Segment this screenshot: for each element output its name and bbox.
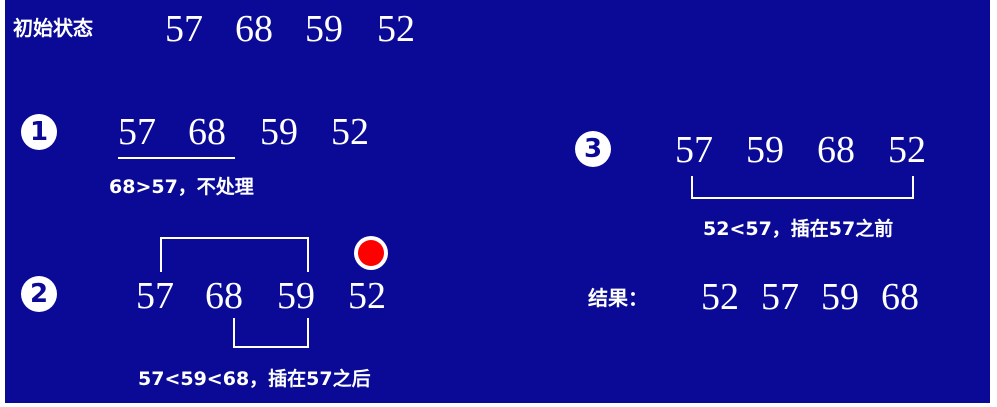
bracket-connectors	[160, 176, 914, 348]
initial-value-4: 52	[377, 8, 415, 50]
result-value-4: 68	[881, 276, 919, 318]
initial-state-label: 初始状态	[13, 16, 93, 40]
result-label: 结果：	[588, 286, 648, 310]
current-element-marker-icon	[358, 240, 384, 266]
step-3-value-2: 59	[746, 129, 784, 171]
step-2-note: 57<59<68，插在57之后	[138, 368, 371, 390]
step-3-marker: 3	[575, 131, 611, 167]
step-2-value-3: 59	[277, 275, 315, 317]
step-2-value-2: 68	[205, 275, 243, 317]
step-3-value-3: 68	[817, 129, 855, 171]
step-2-top-bracket	[160, 237, 309, 272]
step-1-underline	[118, 157, 235, 159]
step-1-value-4: 52	[331, 111, 369, 153]
step-2-value-4: 52	[348, 275, 386, 317]
step-2-value-1: 57	[136, 275, 174, 317]
step-3-bottom-bracket	[691, 176, 914, 199]
initial-value-3: 59	[305, 8, 343, 50]
initial-value-1: 57	[165, 8, 203, 50]
result-value-1: 52	[701, 276, 739, 318]
result-value-3: 59	[821, 276, 859, 318]
step-1-value-2: 68	[188, 111, 226, 153]
step-3-value-1: 57	[675, 129, 713, 171]
result-value-2: 57	[761, 276, 799, 318]
step-1-value-3: 59	[260, 111, 298, 153]
step-2-marker: 2	[21, 276, 57, 312]
step-2-bottom-bracket	[233, 318, 309, 348]
step-1-value-1: 57	[118, 111, 156, 153]
step-3-note: 52<57，插在57之前	[703, 218, 894, 240]
step-1-marker: 1	[21, 114, 57, 150]
step-1-note: 68>57，不处理	[109, 176, 254, 198]
step-3-value-4: 52	[888, 129, 926, 171]
initial-value-2: 68	[235, 8, 273, 50]
insertion-sort-diagram: 初始状态 57 68 59 52 1 57 68 59 52 68>57，不处理…	[5, 0, 990, 403]
